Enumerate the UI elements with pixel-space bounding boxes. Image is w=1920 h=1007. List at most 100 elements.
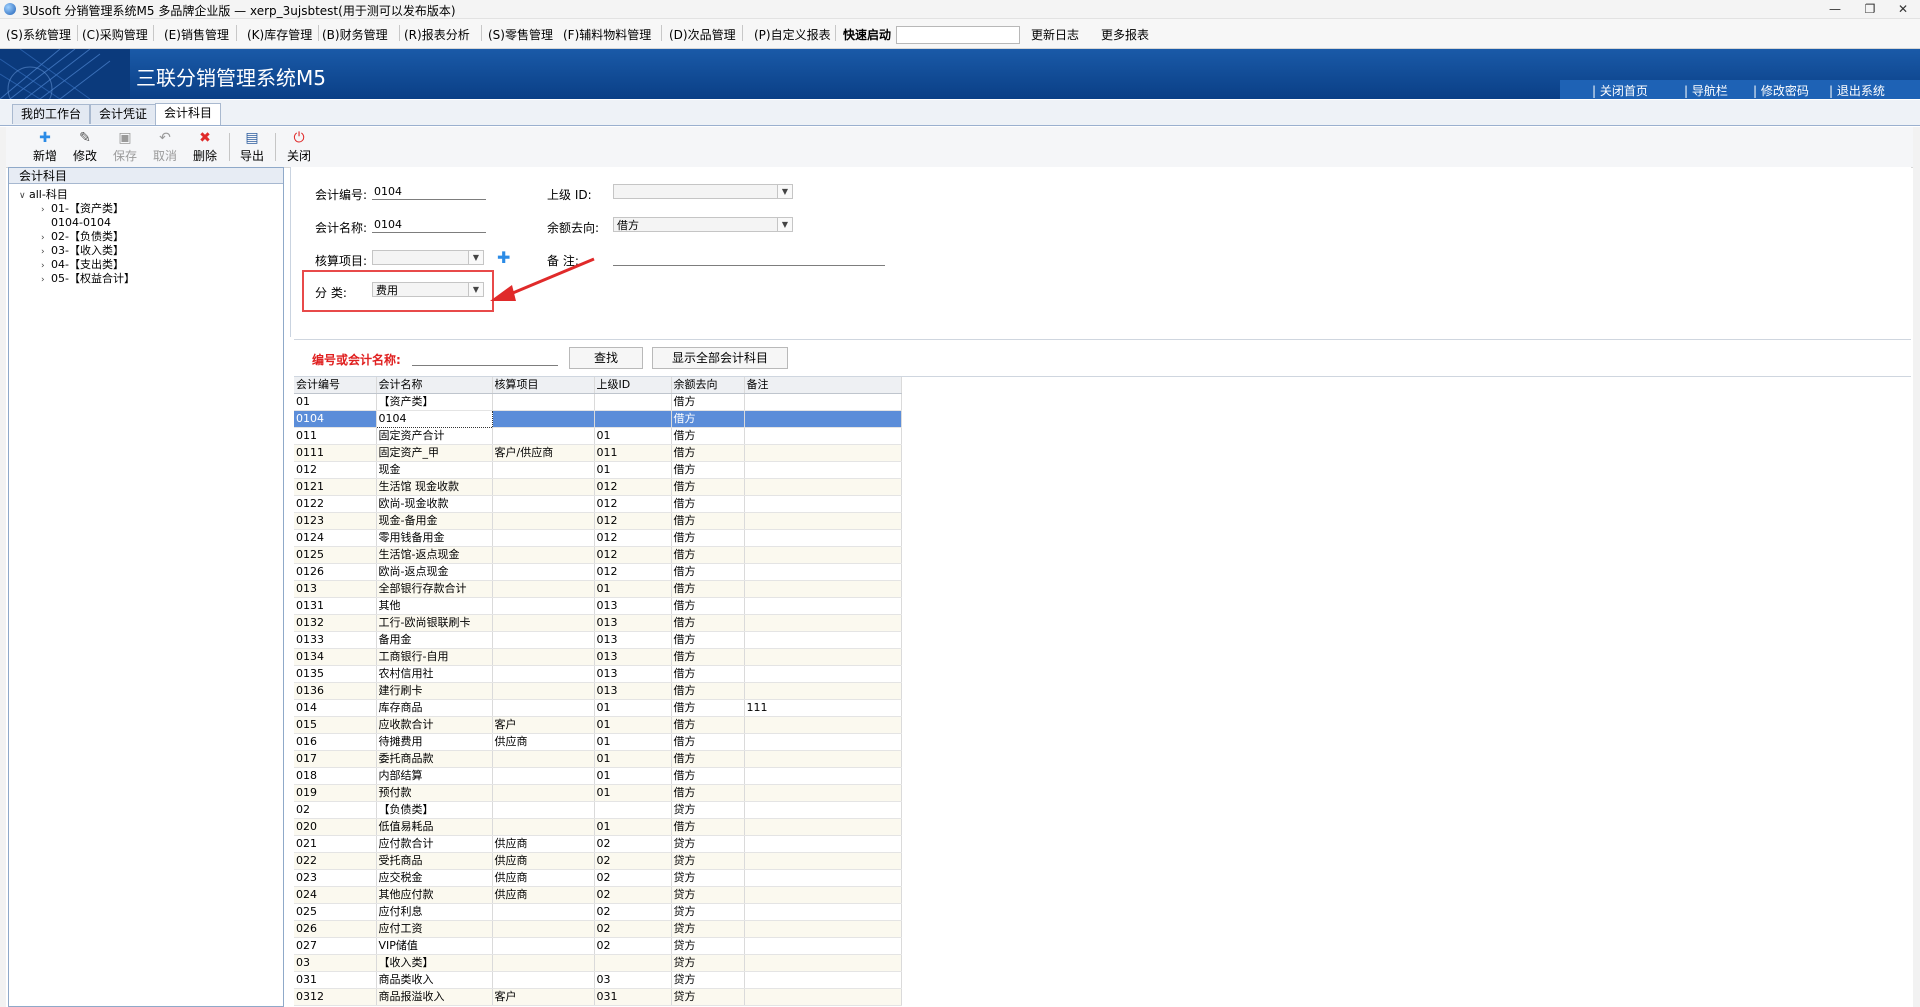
cell-remark[interactable] (744, 716, 902, 734)
cell-remark[interactable] (744, 733, 902, 751)
table-row[interactable]: 0104 0104 借方 (294, 410, 902, 428)
cell-name[interactable]: 低值易耗品 (376, 818, 493, 836)
table-row[interactable]: 014 库存商品 01 借方 111 (294, 699, 902, 717)
cell-code[interactable]: 022 (294, 852, 377, 870)
cell-code[interactable]: 019 (294, 784, 377, 802)
cell-name[interactable]: 工行-欧尚银联刷卡 (376, 614, 493, 632)
cell-audit[interactable] (492, 631, 595, 649)
cell-audit[interactable] (492, 597, 595, 615)
table-row[interactable]: 013 全部银行存款合计 01 借方 (294, 580, 902, 598)
cell-code[interactable]: 015 (294, 716, 377, 734)
cell-direction[interactable]: 借方 (671, 733, 745, 751)
cell-remark[interactable]: 111 (744, 699, 902, 717)
cell-audit[interactable] (492, 563, 595, 581)
table-row[interactable]: 022 受托商品 供应商 02 贷方 (294, 852, 902, 870)
cell-remark[interactable] (744, 818, 902, 836)
cell-remark[interactable] (744, 478, 902, 496)
chevron-down-icon[interactable]: ∨ (19, 190, 29, 203)
cell-code[interactable]: 0104 (294, 410, 377, 428)
table-row[interactable]: 019 预付款 01 借方 (294, 784, 902, 802)
cell-audit[interactable] (492, 699, 595, 717)
cell-audit[interactable] (492, 410, 595, 428)
cell-parent-id[interactable]: 01 (594, 716, 672, 734)
cell-direction[interactable]: 借方 (671, 410, 745, 428)
cell-audit[interactable] (492, 937, 595, 955)
cell-audit[interactable] (492, 954, 595, 972)
cell-direction[interactable]: 贷方 (671, 971, 745, 989)
cell-name[interactable]: 建行刷卡 (376, 682, 493, 700)
cell-remark[interactable] (744, 444, 902, 462)
cell-direction[interactable]: 借方 (671, 648, 745, 666)
table-row[interactable]: 0136 建行刷卡 013 借方 (294, 682, 902, 700)
cell-audit[interactable]: 供应商 (492, 835, 595, 853)
table-row[interactable]: 0125 生活馆-返点现金 012 借方 (294, 546, 902, 564)
cell-code[interactable]: 0121 (294, 478, 377, 496)
cell-code[interactable]: 017 (294, 750, 377, 768)
cell-remark[interactable] (744, 784, 902, 802)
cell-parent-id[interactable]: 01 (594, 733, 672, 751)
table-row[interactable]: 0135 农村信用社 013 借方 (294, 665, 902, 683)
cell-remark[interactable] (744, 665, 902, 683)
cell-code[interactable]: 018 (294, 767, 377, 785)
cell-parent-id[interactable]: 01 (594, 461, 672, 479)
cell-code[interactable]: 0122 (294, 495, 377, 513)
cell-code[interactable]: 0131 (294, 597, 377, 615)
cell-remark[interactable] (744, 512, 902, 530)
cell-code[interactable]: 0125 (294, 546, 377, 564)
cell-code[interactable]: 0135 (294, 665, 377, 683)
cell-name[interactable]: 应交税金 (376, 869, 493, 887)
cell-code[interactable]: 014 (294, 699, 377, 717)
cell-name[interactable]: 欧尚-现金收款 (376, 495, 493, 513)
cell-audit[interactable] (492, 682, 595, 700)
cell-remark[interactable] (744, 461, 902, 479)
column-header-name[interactable]: 会计名称 (376, 377, 493, 394)
cell-direction[interactable]: 借方 (671, 750, 745, 768)
remark-input[interactable] (613, 250, 885, 266)
tree-node-0104[interactable]: 0104-0104 (51, 216, 111, 229)
column-header-code[interactable]: 会计编号 (294, 377, 377, 394)
cell-remark[interactable] (744, 410, 902, 428)
cell-audit[interactable]: 客户 (492, 988, 595, 1006)
cell-remark[interactable] (744, 767, 902, 785)
table-row[interactable]: 0121 生活馆 现金收款 012 借方 (294, 478, 902, 496)
table-row[interactable]: 016 待摊费用 供应商 01 借方 (294, 733, 902, 751)
cell-direction[interactable]: 贷方 (671, 852, 745, 870)
cell-audit[interactable] (492, 818, 595, 836)
cell-name[interactable]: 商品类收入 (376, 971, 493, 989)
left-splitter[interactable] (0, 127, 6, 1007)
parent-id-select[interactable]: ▼ (613, 184, 793, 199)
table-row[interactable]: 0133 备用金 013 借方 (294, 631, 902, 649)
column-header-remark[interactable]: 备注 (744, 377, 902, 394)
cell-remark[interactable] (744, 393, 902, 411)
cell-audit[interactable] (492, 461, 595, 479)
cell-code[interactable]: 0123 (294, 512, 377, 530)
chevron-down-icon[interactable]: ▼ (777, 185, 792, 198)
cell-direction[interactable]: 贷方 (671, 903, 745, 921)
cell-audit[interactable]: 供应商 (492, 869, 595, 887)
tree-node-liabilities[interactable]: › 02-【负债类】 (41, 230, 124, 245)
cell-audit[interactable]: 供应商 (492, 886, 595, 904)
column-header-parent-id[interactable]: 上级ID (594, 377, 672, 394)
cell-remark[interactable] (744, 427, 902, 445)
chevron-down-icon[interactable]: ▼ (777, 218, 792, 231)
cell-audit[interactable] (492, 495, 595, 513)
cell-name[interactable]: 固定资产_甲 (376, 444, 493, 462)
cell-direction[interactable]: 贷方 (671, 869, 745, 887)
cell-name[interactable]: 内部结算 (376, 767, 493, 785)
cell-code[interactable]: 0132 (294, 614, 377, 632)
tree-root-node[interactable]: ∨ all-科目 (19, 188, 68, 203)
cell-audit[interactable] (492, 920, 595, 938)
table-row[interactable]: 018 内部结算 01 借方 (294, 767, 902, 785)
tree-node-income[interactable]: › 03-【收入类】 (41, 244, 124, 259)
table-row[interactable]: 011 固定资产合计 01 借方 (294, 427, 902, 445)
find-button[interactable]: 查找 (569, 347, 643, 369)
cell-remark[interactable] (744, 580, 902, 598)
cell-direction[interactable]: 借方 (671, 784, 745, 802)
cell-direction[interactable]: 借方 (671, 597, 745, 615)
cell-remark[interactable] (744, 988, 902, 1006)
cell-parent-id[interactable]: 02 (594, 852, 672, 870)
menu-finance[interactable]: (B)财务管理 (322, 26, 388, 43)
cell-audit[interactable] (492, 580, 595, 598)
cell-name[interactable]: 现金 (376, 461, 493, 479)
cell-code[interactable]: 0136 (294, 682, 377, 700)
